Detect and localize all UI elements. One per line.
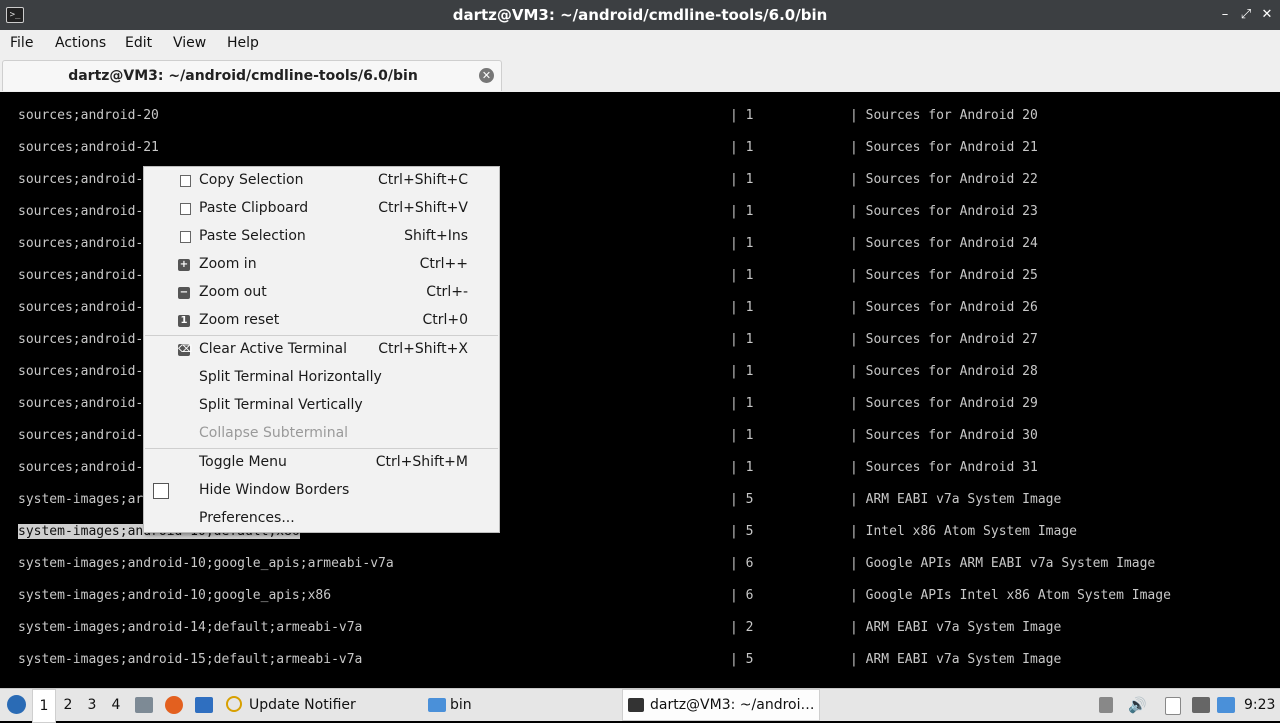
clipboard-icon[interactable] <box>1163 689 1183 721</box>
menu-item-hide-window-borders[interactable]: Hide Window Borders <box>144 477 499 505</box>
menu-item-zoom-reset[interactable]: 1 Zoom reset Ctrl+0 <box>144 307 499 335</box>
update-notifier-icon <box>226 696 242 712</box>
terminal-row: sources;android-21 | 1 | Sources for Andro… <box>18 140 1038 155</box>
terminal-row: system-images;android-14;default;armeabi… <box>18 620 1062 635</box>
menu-item-split-vertically[interactable]: Split Terminal Vertically <box>144 392 499 420</box>
folder-icon <box>428 698 446 712</box>
menu-item-collapse-subterminal: Collapse Subterminal <box>199 425 349 441</box>
tab-label: dartz@VM3: ~/android/cmdline-tools/6.0/b… <box>68 68 418 84</box>
menu-bar: File Actions Edit View Help <box>0 30 1280 58</box>
workspace-4[interactable]: 4 <box>105 689 127 721</box>
zoom-in-icon: + <box>178 259 190 271</box>
taskbar: 1 2 3 4 Update Notifier bin dartz@VM3: ~… <box>0 688 1280 723</box>
menu-view[interactable]: View <box>173 35 206 51</box>
copy-icon <box>180 175 191 187</box>
window-titlebar: >_ dartz@VM3: ~/android/cmdline-tools/6.… <box>0 0 1280 30</box>
start-menu-icon[interactable] <box>4 689 28 721</box>
terminal-icon <box>628 698 644 712</box>
window-title: dartz@VM3: ~/android/cmdline-tools/6.0/b… <box>452 6 828 24</box>
menu-item-toggle-menu[interactable]: Toggle Menu Ctrl+Shift+M <box>144 449 499 477</box>
menu-item-preferences[interactable]: Preferences... <box>144 505 499 533</box>
workspace-3[interactable]: 3 <box>81 689 103 721</box>
terminal-task[interactable]: dartz@VM3: ~/androi… <box>622 689 820 721</box>
terminal-row: sources;android-20 | 1 | Sources for Andro… <box>18 108 1038 123</box>
menu-item-copy-selection[interactable]: Copy Selection Ctrl+Shift+C <box>144 167 499 195</box>
clock[interactable]: 9:23 <box>1244 689 1278 721</box>
maximize-button[interactable]: ⤢ <box>1237 5 1255 25</box>
tab-close-icon[interactable]: ✕ <box>479 68 494 83</box>
menu-item-zoom-in[interactable]: + Zoom in Ctrl++ <box>144 251 499 279</box>
update-notifier-task[interactable]: Update Notifier <box>224 689 364 721</box>
notification-icon[interactable] <box>1217 689 1235 721</box>
tab-bar: dartz@VM3: ~/android/cmdline-tools/6.0/b… <box>0 58 1280 92</box>
workspace-1[interactable]: 1 <box>32 689 56 723</box>
menu-edit[interactable]: Edit <box>125 35 152 51</box>
show-desktop-icon[interactable] <box>193 689 215 721</box>
terminal-row: system-images;android-15;default;armeabi… <box>18 652 1062 667</box>
minimize-button[interactable]: – <box>1216 5 1234 25</box>
context-menu: Copy Selection Ctrl+Shift+C Paste Clipbo… <box>143 166 500 533</box>
paste-icon <box>180 203 191 215</box>
clear-icon: ⌫ <box>178 344 193 356</box>
menu-item-zoom-out[interactable]: − Zoom out Ctrl+- <box>144 279 499 307</box>
terminal-row: system-images;android-10;google_apis;x86… <box>18 588 1171 603</box>
menu-item-paste-clipboard[interactable]: Paste Clipboard Ctrl+Shift+V <box>144 195 499 223</box>
paste-icon <box>180 231 191 243</box>
terminal-row: system-images;android-10;google_apis;arm… <box>18 556 1156 571</box>
zoom-out-icon: − <box>178 287 190 299</box>
menu-help[interactable]: Help <box>227 35 259 51</box>
volume-icon[interactable]: 🔊 <box>1126 689 1147 721</box>
eject-icon[interactable] <box>1099 689 1115 721</box>
close-button[interactable]: ✕ <box>1258 5 1276 25</box>
display-icon[interactable] <box>1191 689 1211 721</box>
menu-item-clear-active-terminal[interactable]: ⌫ Clear Active Terminal Ctrl+Shift+X <box>144 336 499 364</box>
menu-item-split-horizontally[interactable]: Split Terminal Horizontally <box>144 364 499 392</box>
menu-file[interactable]: File <box>10 35 33 51</box>
file-manager-icon[interactable] <box>134 689 154 721</box>
zoom-reset-icon: 1 <box>178 315 190 327</box>
menu-actions[interactable]: Actions <box>55 35 106 51</box>
folder-task[interactable]: bin <box>426 689 486 721</box>
menu-item-paste-selection[interactable]: Paste Selection Shift+Ins <box>144 223 499 251</box>
terminal-tab[interactable]: dartz@VM3: ~/android/cmdline-tools/6.0/b… <box>2 60 502 91</box>
firefox-icon[interactable] <box>163 689 185 721</box>
workspace-2[interactable]: 2 <box>57 689 79 721</box>
hide-borders-checkbox[interactable] <box>153 483 169 499</box>
